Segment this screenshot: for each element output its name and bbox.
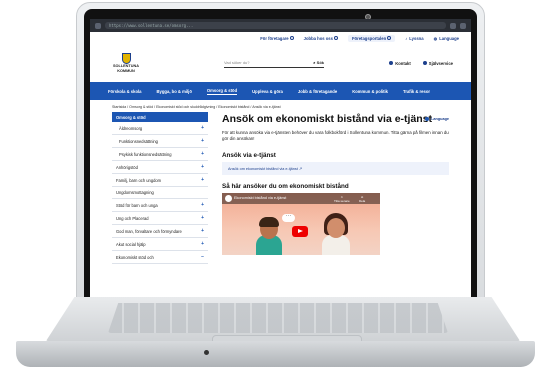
globe-icon [425,117,430,121]
search-button[interactable]: ⌕ Sök [313,60,324,65]
character-body [322,235,350,255]
sidebar-item-ekonomiskt[interactable]: Ekonomiskt stöd och − [112,251,208,264]
keyboard [108,303,448,333]
arrow-circle-icon [387,36,392,41]
sidebar-item-god-man[interactable]: God man, förvaltare och förmyndare + [112,225,208,238]
search-icon: ⌕ [313,60,316,65]
sidebar: Omsorg & stöd Äldreomsorg + Funktionsneds… [112,112,208,264]
character-head [327,218,345,238]
header-links: Kontakt Självservice [389,61,453,66]
laptop-base [16,297,535,369]
watch-later-button[interactable]: ⏲ Titta senare [334,195,350,203]
nav-item-kommun[interactable]: Kommun & politik [352,89,388,94]
plus-icon[interactable]: + [201,164,204,170]
speaker-icon: ♪ [405,35,408,41]
indicator-light [204,350,209,355]
sidebar-item-stod-barn[interactable]: Stöd för barn och unga + [112,199,208,212]
link-foretagsportalen[interactable]: Företagsportalen [347,34,396,42]
channel-logo-icon[interactable] [225,195,232,202]
speech-bubble: ··· [282,213,295,222]
nav-item-forskola[interactable]: Förskola & skola [108,89,142,94]
main-nav: Förskola & skola Bygga, bo & miljö Omsor… [90,82,471,100]
page-content: Omsorg & stöd Äldreomsorg + Funktionsneds… [90,112,471,264]
sidebar-heading[interactable]: Omsorg & stöd [112,112,208,122]
etjanst-heading: Ansök via e-tjänst [222,152,276,159]
external-link-icon: ↗ [298,167,303,171]
utility-bar: För företagare Jobba hos oss Företagspor… [90,32,471,44]
arrow-circle-icon [333,36,338,41]
arrow-circle-icon [289,36,294,41]
search-input[interactable]: Vad söker du? ⌕ Sök [224,58,324,68]
sidebar-item-anhorigstod[interactable]: Anhörigstöd + [112,161,208,174]
share-button[interactable]: ➦ Dela [359,195,365,203]
page-title: Ansök om ekonomiskt bistånd via e-tjänst [222,113,433,125]
extensions-icon[interactable] [450,22,456,29]
logo-text: SOLLENTUNA KOMMUN [113,64,139,73]
breadcrumb[interactable]: Startsida / Omsorg & stöd / Ekonomiskt s… [90,100,471,112]
character-hair [259,217,279,227]
main-content: Ansök om ekonomiskt bistånd via e-tjänst… [222,112,449,264]
link-for-foretagare[interactable]: För företagare [260,36,294,41]
laptop-front-edge [16,341,535,367]
video-player[interactable]: ··· Ekonomiskt bistånd via e-tjänst ⏲ Tit… [222,193,380,255]
plus-icon[interactable]: + [201,241,204,247]
sidebar-item-funktionsnedsattning[interactable]: Funktionsnedsättning + [112,135,208,148]
plus-icon[interactable]: + [201,202,204,208]
search-placeholder: Vad söker du? [224,60,250,65]
sidebar-item-ung-placerad[interactable]: Ung och Placerad + [112,212,208,225]
nav-item-jobb[interactable]: Jobb & företagande [298,89,337,94]
etjanst-link[interactable]: Ansök om ekonomiskt bistånd via e-tjänst [228,167,298,171]
link-jobba-hos-oss[interactable]: Jobba hos oss [304,36,338,41]
sjalvservice-link[interactable]: Självservice [423,61,453,66]
plus-icon[interactable]: + [201,177,204,183]
video-heading: Så här ansöker du om ekonomiskt bistånd [222,183,349,190]
listen-button[interactable]: ♪ Lyssna [405,36,423,41]
nav-item-uppleva[interactable]: Uppleva & göra [252,89,283,94]
shield-icon[interactable] [95,22,101,29]
browser-screen: https://www.sollentuna.se/omsorg... För … [90,19,471,301]
sidebar-item-aldreomsorg[interactable]: Äldreomsorg + [112,122,208,135]
nav-item-bygga[interactable]: Bygga, bo & miljö [157,89,192,94]
kontakt-link[interactable]: Kontakt [389,61,411,66]
plus-icon[interactable]: + [201,215,204,221]
sollentuna-logo[interactable]: SOLLENTUNA KOMMUN [108,53,144,73]
language-button[interactable]: ◍ Language [434,36,459,41]
video-title[interactable]: Ekonomiskt bistånd via e-tjänst [222,193,380,204]
sidebar-item-psykisk[interactable]: Psykisk funktionsnedsättning + [112,148,208,161]
plus-icon[interactable]: + [201,228,204,234]
sidebar-item-familj[interactable]: Familj, barn och ungdom + [112,174,208,187]
globe-icon: ◍ [433,35,438,41]
menu-icon[interactable] [460,22,466,29]
plus-icon[interactable]: + [201,151,204,157]
site-header: SOLLENTUNA KOMMUN Vad söker du? ⌕ Sök Ko… [90,44,471,82]
plus-icon[interactable]: + [201,138,204,144]
sidebar-item-akut[interactable]: Akut social hjälp + [112,238,208,251]
play-button[interactable] [292,226,308,237]
plus-icon[interactable]: + [201,125,204,131]
browser-toolbar: https://www.sollentuna.se/omsorg... [90,19,471,32]
etjanst-link-box: Ansök om ekonomiskt bistånd via e-tjänst… [222,162,449,175]
crest-icon [121,53,131,64]
address-bar[interactable]: https://www.sollentuna.se/omsorg... [105,22,446,29]
nav-item-trafik[interactable]: Trafik & resor [403,89,430,94]
minus-icon[interactable]: − [201,254,204,260]
lead-text: För att kunna ansöka via e-tjänsten behö… [222,130,449,141]
sidebar-item-ungdomsmottagning[interactable]: Ungdomsmottagning [112,187,208,199]
nav-item-omsorg[interactable]: Omsorg & stöd [206,88,238,95]
